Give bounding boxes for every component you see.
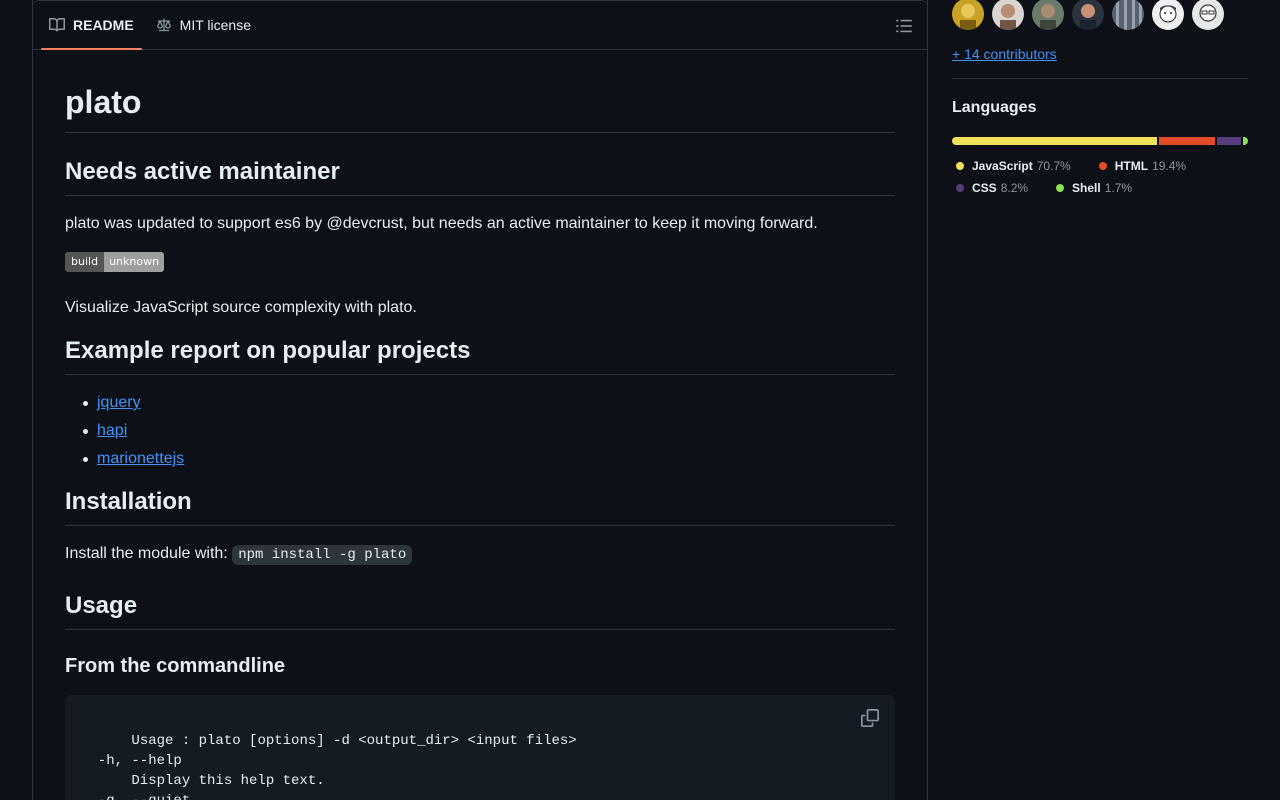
install-text: Install the module with: [65, 545, 233, 562]
contributors-link[interactable]: + 14 contributors [952, 46, 1248, 62]
heading-example-report: Example report on popular projects [65, 336, 895, 375]
language-item[interactable]: JavaScript 70.7% [952, 155, 1071, 177]
list-item: marionettejs [83, 447, 895, 471]
language-bar-segment[interactable] [1159, 137, 1216, 145]
language-bar-segment[interactable] [1243, 137, 1248, 145]
install-command: npm install -g plato [232, 545, 413, 565]
heading-maintainer: Needs active maintainer [65, 157, 895, 196]
badge-status: unknown [104, 252, 165, 272]
tab-license-label: MIT license [179, 17, 251, 33]
example-links-list: jquery hapi marionettejs [65, 391, 895, 471]
law-icon [156, 18, 171, 32]
outline-list-icon[interactable] [895, 17, 913, 35]
avatar[interactable] [1112, 0, 1144, 30]
language-percent: 1.7% [1104, 181, 1133, 195]
language-name: Shell [1072, 181, 1101, 195]
language-dot-icon [1056, 184, 1065, 192]
tab-license[interactable]: MIT license [148, 1, 259, 49]
avatar[interactable] [952, 0, 984, 30]
readme-panel: README MIT license plato Needs active ma… [32, 0, 928, 800]
avatar[interactable] [1152, 0, 1184, 30]
language-item[interactable]: HTML 19.4% [1095, 155, 1186, 177]
readme-tabs: README MIT license [33, 0, 927, 50]
build-badge[interactable]: build unknown [65, 252, 165, 272]
list-item: hapi [83, 419, 895, 443]
tab-readme[interactable]: README [41, 1, 142, 50]
avatar[interactable] [1032, 0, 1064, 30]
language-name: HTML [1114, 159, 1149, 173]
avatar[interactable] [1192, 0, 1224, 30]
avatar[interactable] [1072, 0, 1104, 30]
link-marionettejs[interactable]: marionettejs [97, 450, 184, 467]
languages-list: JavaScript 70.7% HTML 19.4% CSS 8.2% Shell 1.7% [952, 155, 1248, 199]
languages-bar [952, 137, 1248, 145]
book-icon [49, 17, 65, 32]
language-name: JavaScript [972, 159, 1033, 173]
language-dot-icon [956, 162, 964, 170]
avatar[interactable] [992, 0, 1024, 30]
tab-readme-label: README [73, 17, 134, 33]
heading-usage: Usage [65, 591, 895, 630]
code-block-text: Usage : plato [options] -d <output_dir> … [97, 733, 577, 800]
language-item[interactable]: Shell 1.7% [1052, 177, 1132, 199]
language-percent: 8.2% [1000, 181, 1029, 195]
link-jquery[interactable]: jquery [97, 394, 141, 411]
badge-label: build [65, 252, 105, 272]
intro-text: Visualize JavaScript source complexity w… [65, 299, 417, 316]
contributor-avatars [952, 0, 1248, 30]
language-bar-segment[interactable] [1217, 137, 1242, 145]
language-name: CSS [972, 181, 997, 195]
repo-sidebar: + 14 contributors Languages JavaScript 70… [952, 0, 1248, 199]
language-percent: 70.7% [1036, 159, 1071, 173]
heading-installation: Installation [65, 487, 895, 526]
readme-title: plato [65, 82, 895, 133]
languages-title: Languages [952, 99, 1037, 116]
code-block: Usage : plato [options] -d <output_dir> … [65, 695, 895, 800]
language-bar-segment[interactable] [952, 137, 1158, 145]
install-paragraph: Install the module with: npm install -g … [65, 542, 895, 567]
language-dot-icon [1098, 162, 1107, 170]
language-dot-icon [956, 184, 964, 192]
readme-content: plato Needs active maintainer plato was … [33, 50, 927, 800]
copy-icon[interactable] [861, 709, 879, 727]
maintainer-text: plato was updated to support es6 by @dev… [65, 215, 818, 232]
language-item[interactable]: CSS 8.2% [952, 177, 1028, 199]
heading-commandline: From the commandline [65, 655, 286, 677]
sidebar-divider [952, 78, 1248, 79]
link-hapi[interactable]: hapi [97, 422, 127, 439]
language-percent: 19.4% [1152, 159, 1187, 173]
list-item: jquery [83, 391, 895, 415]
